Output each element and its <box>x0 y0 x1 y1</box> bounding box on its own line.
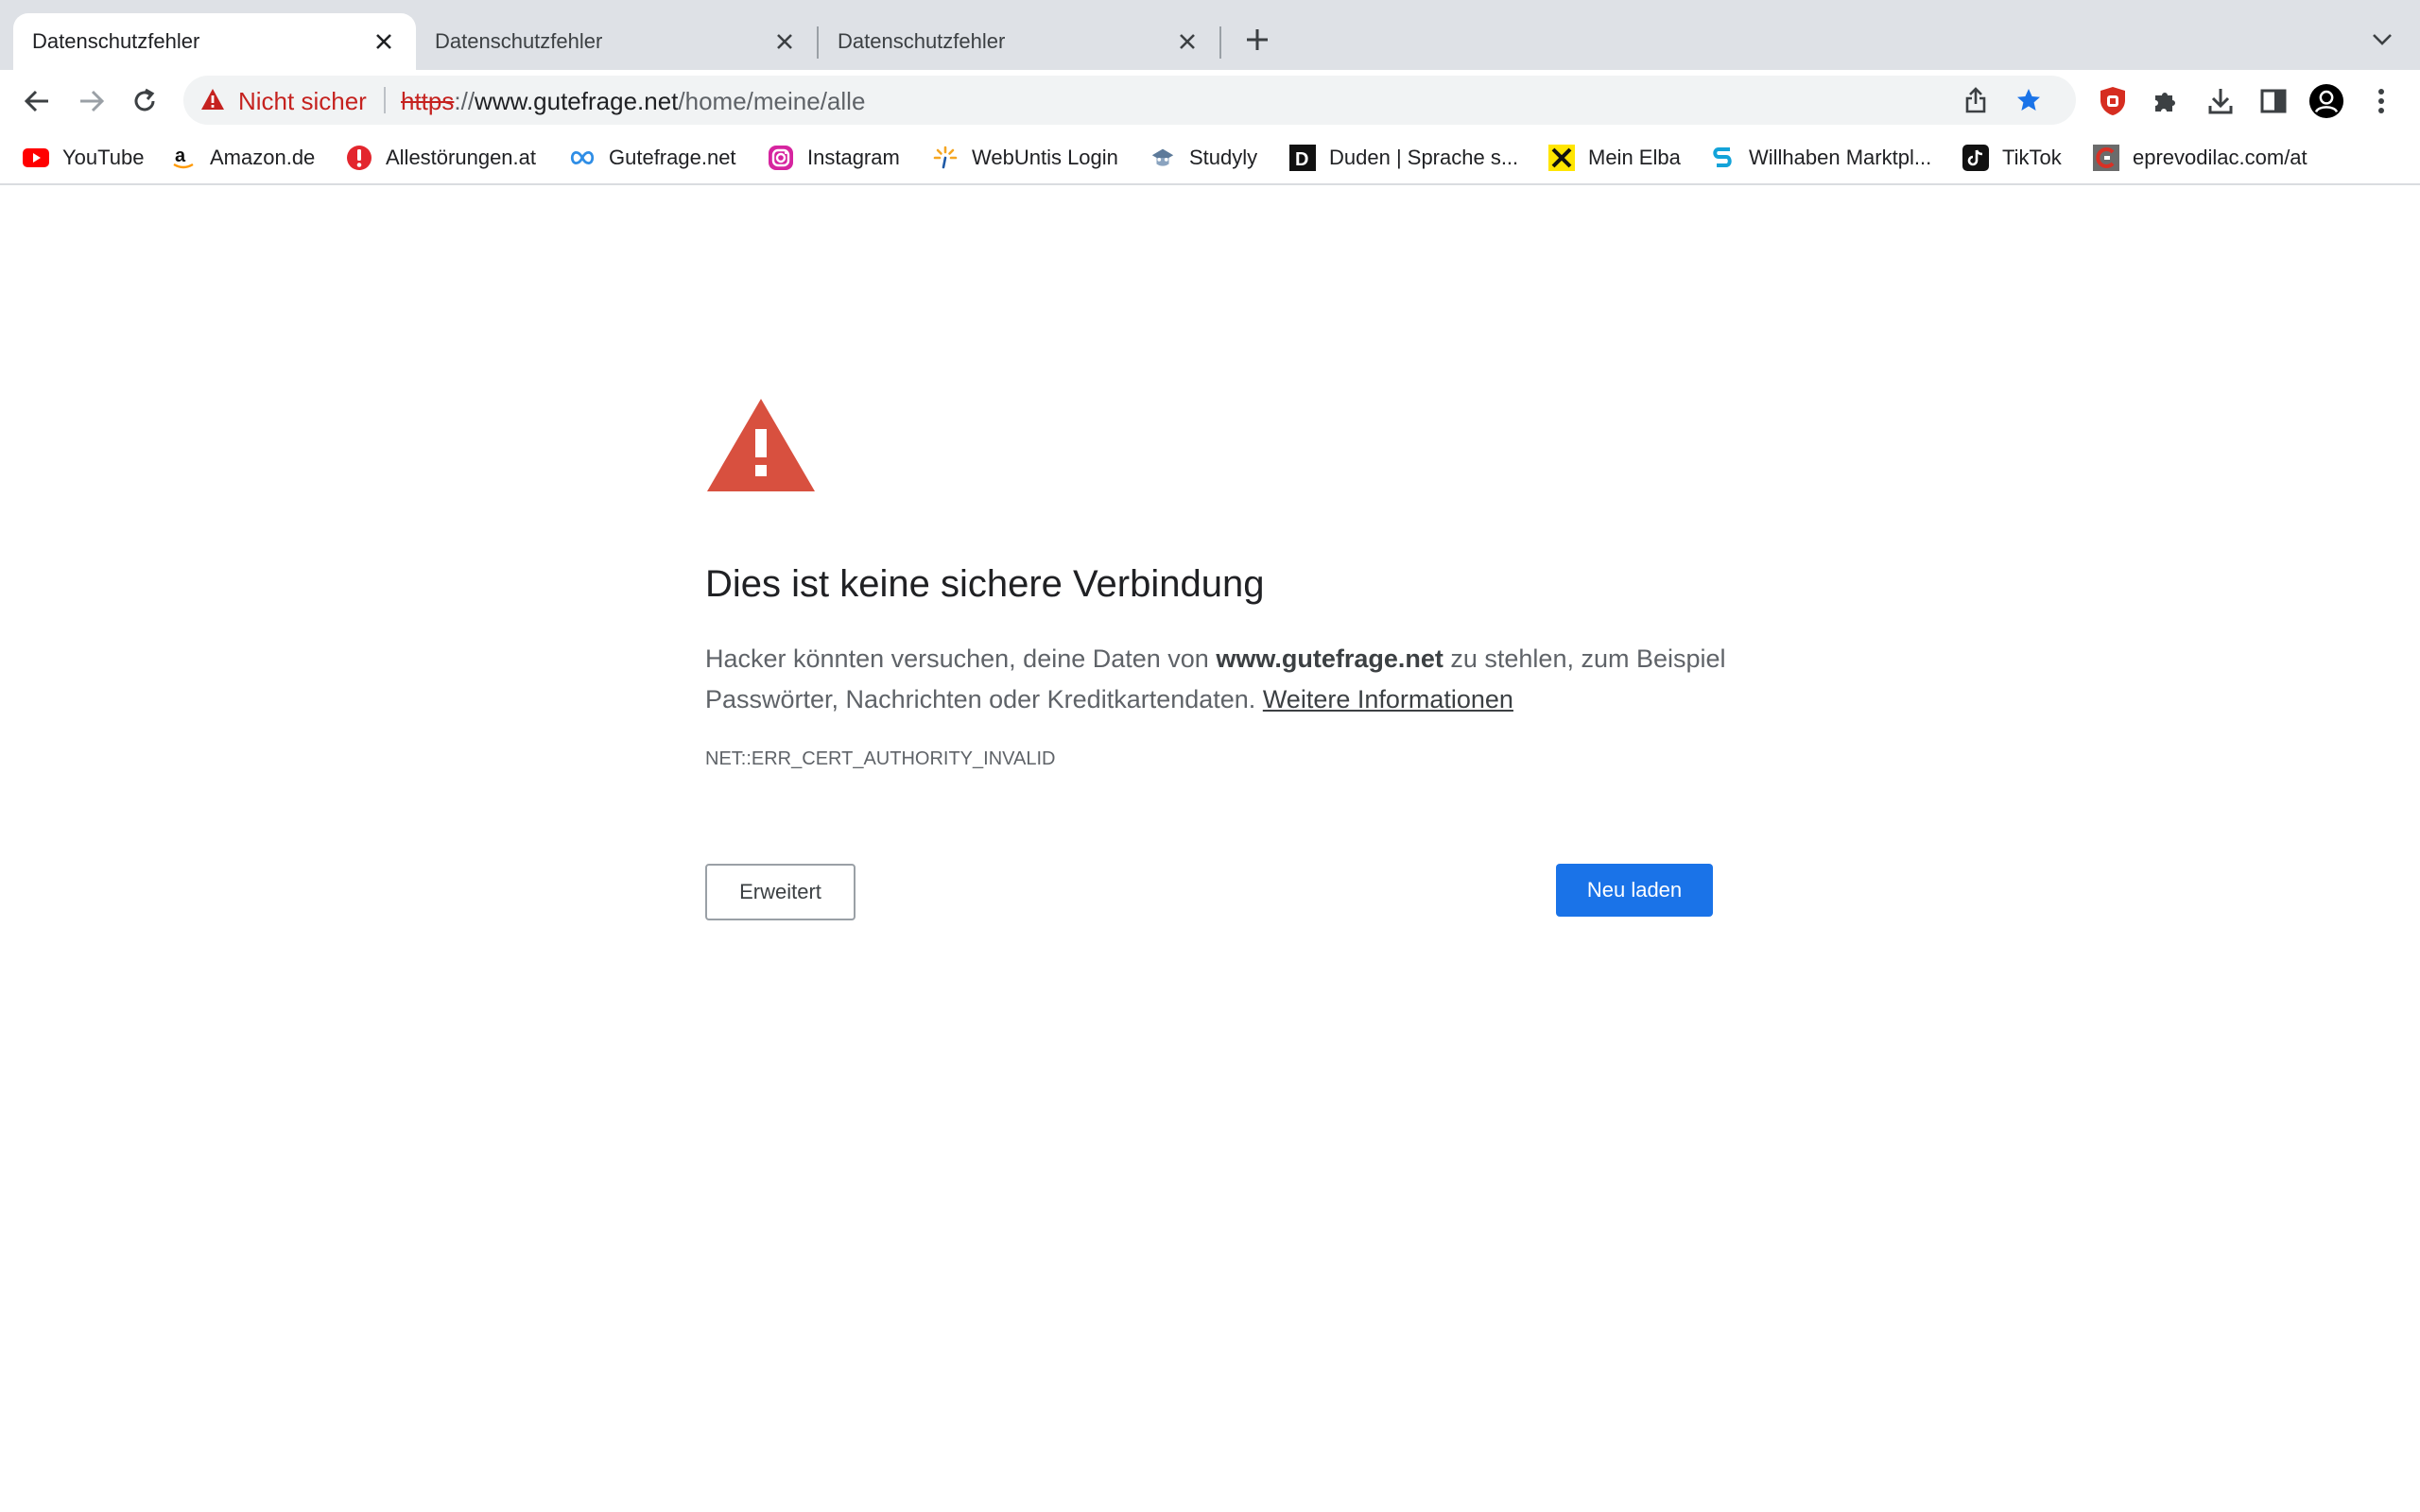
share-icon[interactable] <box>1961 85 1991 115</box>
reload-page-button[interactable]: Neu laden <box>1556 864 1713 917</box>
forward-button[interactable] <box>72 81 112 121</box>
side-panel-icon[interactable] <box>2256 83 2291 119</box>
extensions-puzzle-icon[interactable] <box>2148 83 2184 119</box>
bookmark-label: YouTube <box>62 146 145 169</box>
bookmark-allestoerungen[interactable]: Allestörungen.at <box>346 142 536 174</box>
bookmarks-bar: YouTube a Amazon.de Allestörungen.at Gut… <box>0 132 2420 185</box>
warning-triangle-icon <box>705 397 817 498</box>
close-icon[interactable] <box>1174 28 1201 55</box>
omnibox-divider <box>384 87 386 113</box>
tab-divider <box>1219 26 1221 59</box>
toolbar: Nicht sicher https://www.gutefrage.net/h… <box>0 70 2420 132</box>
studyly-icon <box>1150 145 1176 171</box>
bookmark-willhaben[interactable]: Willhaben Marktpl... <box>1709 142 1931 174</box>
url-host: www.gutefrage.net <box>475 87 679 115</box>
profile-avatar-icon[interactable] <box>2308 83 2344 119</box>
url-text[interactable]: https://www.gutefrage.net/home/meine/all… <box>401 87 865 116</box>
allestoerungen-icon <box>346 145 372 171</box>
tab-2-title: Datenschutzfehler <box>435 29 603 53</box>
youtube-icon <box>23 145 49 171</box>
bookmark-label: eprevodilac.com/at <box>2133 146 2308 169</box>
tab-2[interactable]: Datenschutzfehler <box>416 13 817 70</box>
bookmark-duden[interactable]: D Duden | Sprache s... <box>1289 142 1518 174</box>
bookmark-gutefrage[interactable]: Gutefrage.net <box>569 142 736 174</box>
bookmark-youtube[interactable]: YouTube <box>23 142 144 174</box>
page-title: Dies ist keine sichere Verbindung <box>705 563 1265 605</box>
bookmark-amazon[interactable]: a Amazon.de <box>170 142 315 174</box>
chevron-down-icon <box>2373 34 2392 45</box>
bookmark-eprevodilac[interactable]: eprevodilac.com/at <box>2093 142 2308 174</box>
bookmark-studyly[interactable]: Studyly <box>1150 142 1257 174</box>
warning-triangle-icon[interactable] <box>200 88 225 115</box>
close-icon[interactable] <box>371 28 397 55</box>
download-icon[interactable] <box>2203 83 2238 119</box>
bookmark-label: Mein Elba <box>1588 146 1681 169</box>
instagram-icon <box>768 145 794 171</box>
bookmark-label: WebUntis Login <box>972 146 1118 169</box>
webuntis-icon <box>932 145 959 171</box>
bookmark-star-icon[interactable] <box>2014 85 2044 115</box>
bookmark-label: Instagram <box>807 146 900 169</box>
bookmark-label: Amazon.de <box>210 146 316 169</box>
menu-dots-icon[interactable] <box>2363 83 2399 119</box>
back-button[interactable] <box>17 81 57 121</box>
reload-icon <box>134 88 155 112</box>
warning-description: Hacker könnten versuchen, deine Daten vo… <box>705 639 1726 720</box>
address-bar[interactable]: Nicht sicher https://www.gutefrage.net/h… <box>183 76 2076 125</box>
reload-button[interactable] <box>125 81 164 121</box>
close-icon[interactable] <box>771 28 798 55</box>
bookmark-label: Studyly <box>1189 146 1258 169</box>
url-separator: :// <box>454 87 475 115</box>
advanced-button[interactable]: Erweitert <box>705 864 856 920</box>
tiktok-icon <box>1962 145 1989 171</box>
ublock-extension-icon[interactable] <box>2095 83 2131 119</box>
svg-text:a: a <box>175 146 186 166</box>
bookmark-mein-elba[interactable]: Mein Elba <box>1548 142 1681 174</box>
bookmark-label: Duden | Sprache s... <box>1329 146 1519 169</box>
amazon-icon: a <box>170 145 197 171</box>
svg-text:D: D <box>1295 149 1308 170</box>
bookmark-instagram[interactable]: Instagram <box>768 142 900 174</box>
new-tab-button[interactable] <box>1240 23 1274 57</box>
forward-arrow-icon <box>80 90 105 112</box>
description-host: www.gutefrage.net <box>1216 644 1443 673</box>
duden-icon: D <box>1289 145 1316 171</box>
tab-search-button[interactable] <box>2367 25 2397 55</box>
bookmark-label: TikTok <box>2002 146 2062 169</box>
plus-icon <box>1247 29 1268 50</box>
gutefrage-icon <box>569 145 596 171</box>
bookmark-label: Willhaben Marktpl... <box>1749 146 1932 169</box>
url-scheme: https <box>401 87 455 115</box>
tab-3[interactable]: Datenschutzfehler <box>819 13 1219 70</box>
willhaben-icon <box>1709 145 1736 171</box>
url-path: /home/meine/alle <box>678 87 866 115</box>
tab-1[interactable]: Datenschutzfehler <box>13 13 416 70</box>
bookmark-label: Allestörungen.at <box>386 146 536 169</box>
bookmark-webuntis[interactable]: WebUntis Login <box>932 142 1118 174</box>
raiffeisen-icon <box>1548 145 1575 171</box>
description-prefix: Hacker könnten versuchen, deine Daten vo… <box>705 644 1217 673</box>
bookmark-tiktok[interactable]: TikTok <box>1962 142 2062 174</box>
bookmark-label: Gutefrage.net <box>609 146 736 169</box>
security-status[interactable]: Nicht sicher <box>238 87 367 116</box>
tab-1-title: Datenschutzfehler <box>32 29 200 53</box>
tab-3-title: Datenschutzfehler <box>838 29 1006 53</box>
eprevodilac-icon <box>2093 145 2119 171</box>
error-code: NET::ERR_CERT_AUTHORITY_INVALID <box>705 748 1056 769</box>
tab-strip: Datenschutzfehler Datenschutzfehler Date… <box>0 0 2420 70</box>
learn-more-link[interactable]: Weitere Informationen <box>1263 685 1513 713</box>
back-arrow-icon <box>24 90 48 112</box>
